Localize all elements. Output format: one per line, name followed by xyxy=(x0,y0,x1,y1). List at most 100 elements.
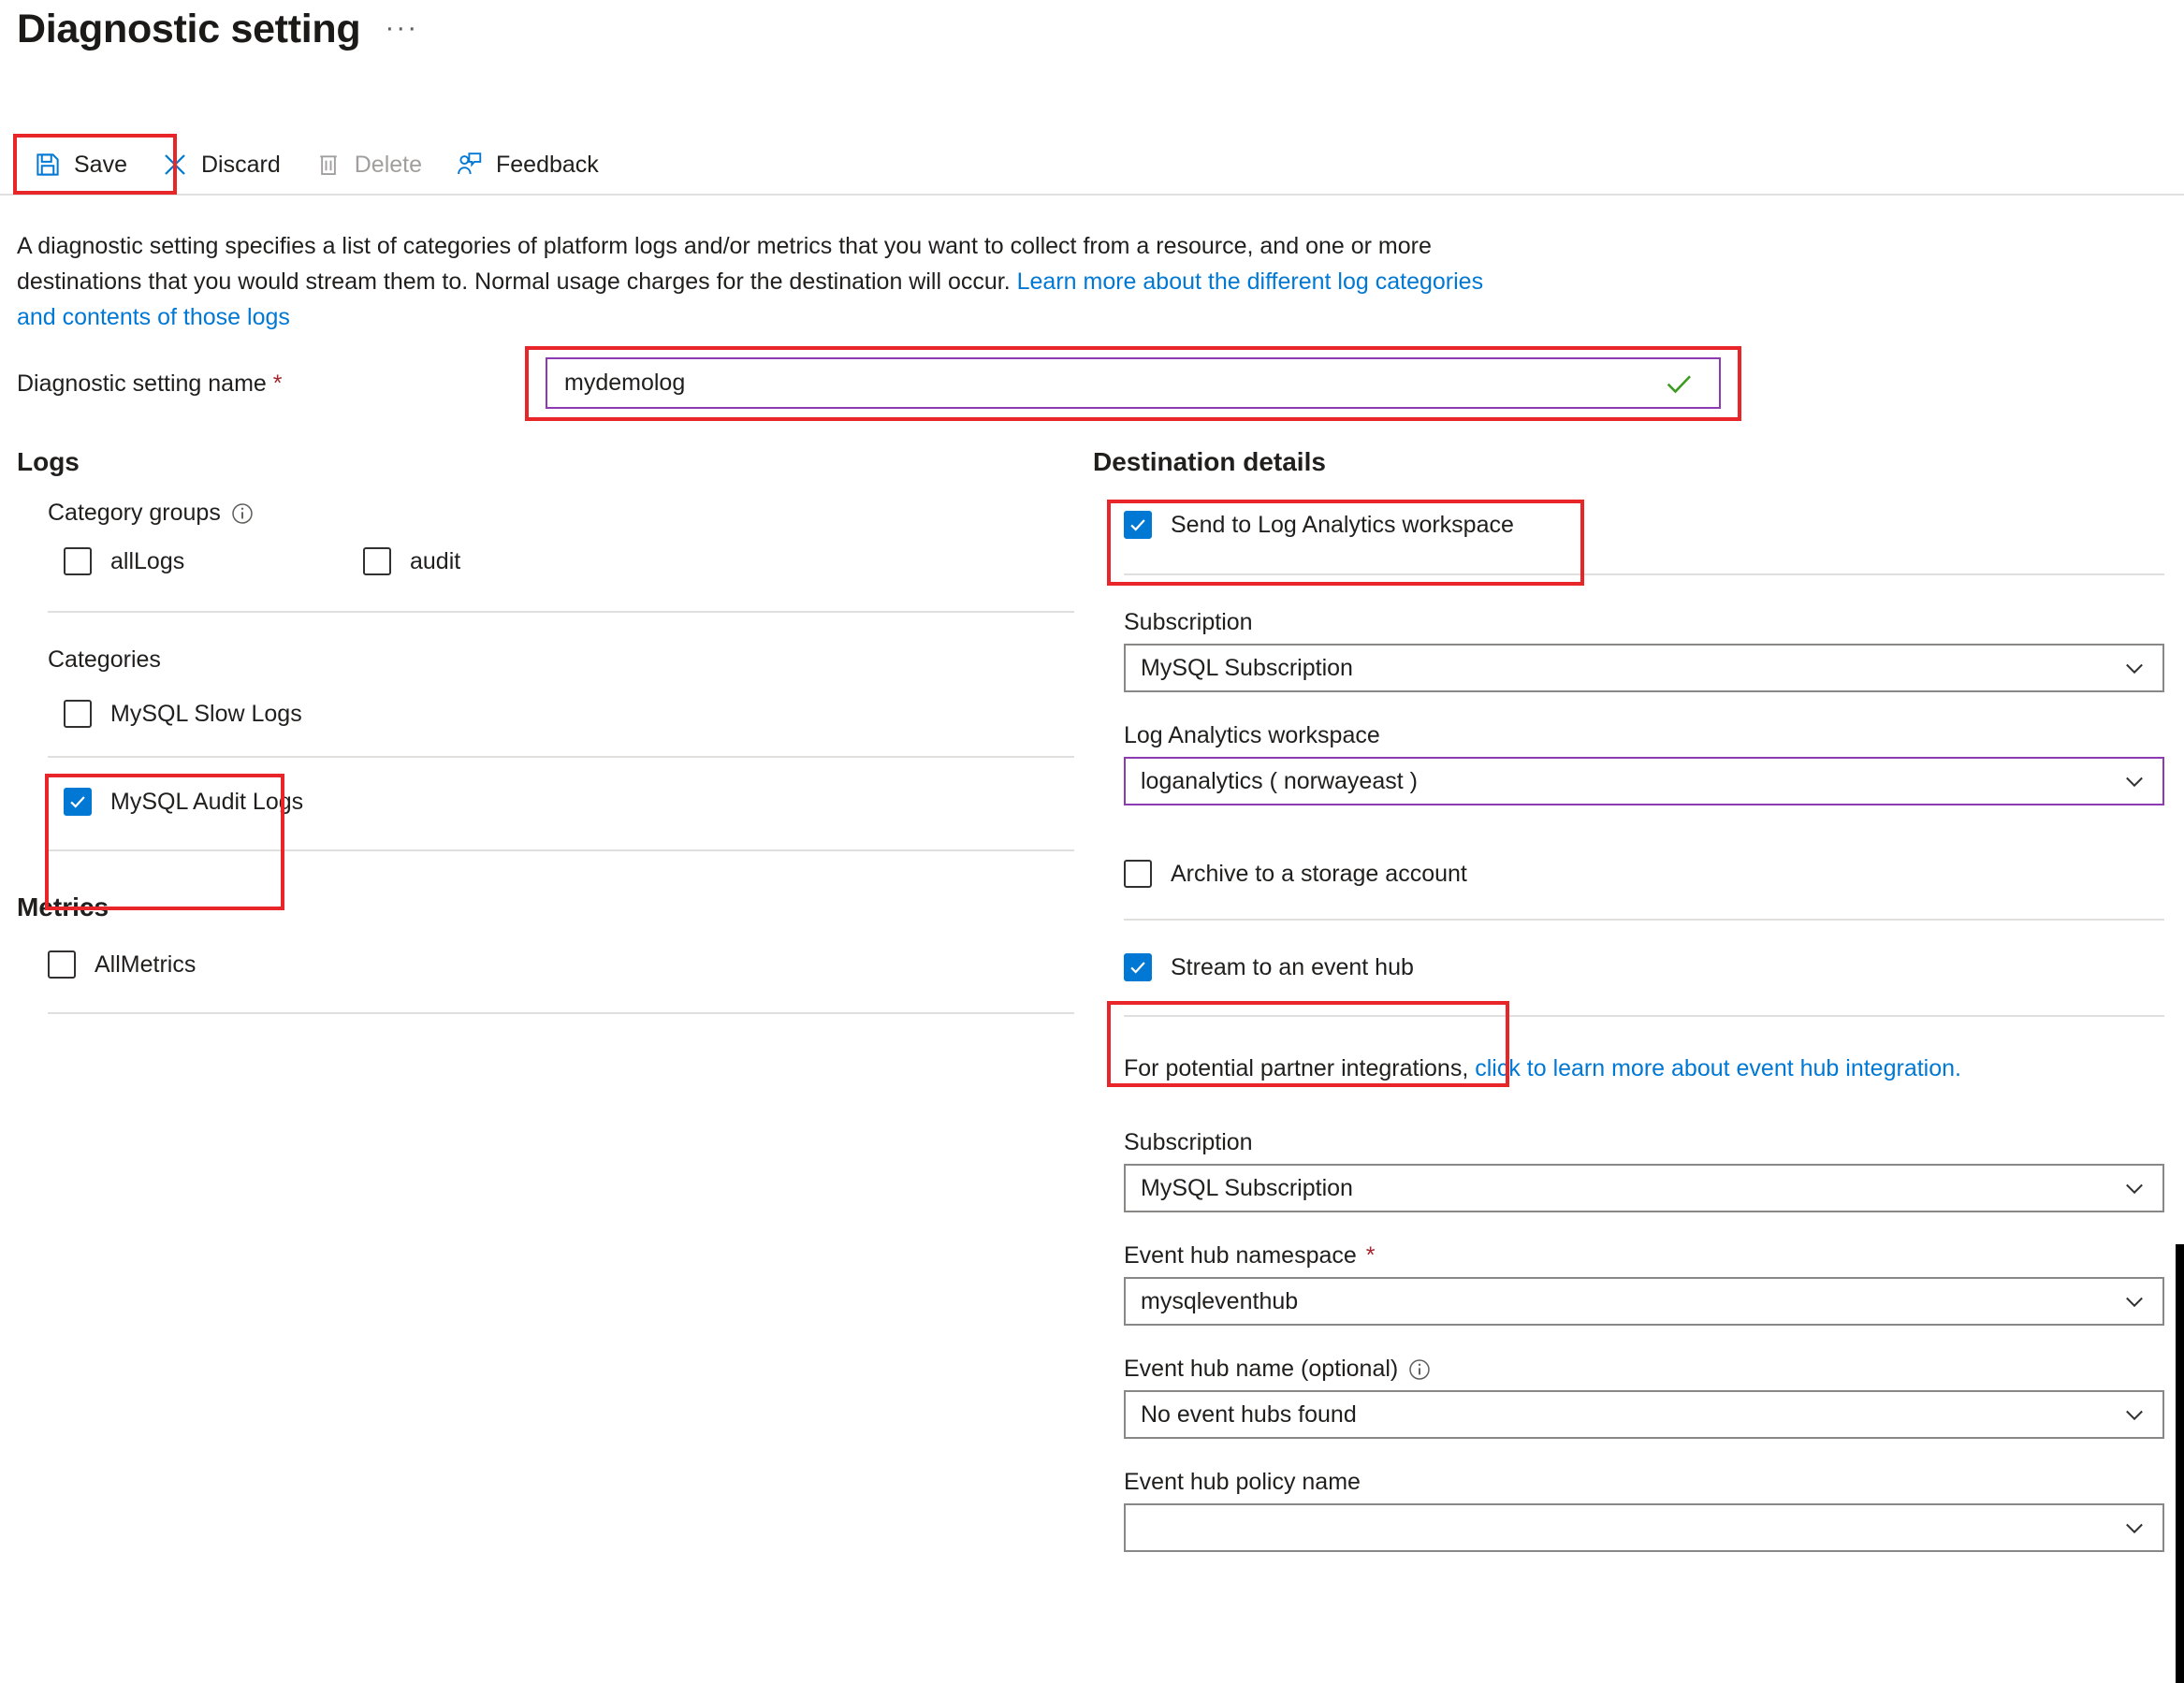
event-hub-subscription-select[interactable]: MySQL Subscription xyxy=(1124,1164,2164,1212)
event-hub-namespace-group: Event hub namespace * mysqleventhub xyxy=(1124,1242,2164,1326)
destination-column: Destination details Send to Log Analytic… xyxy=(1093,447,2167,1552)
info-icon[interactable] xyxy=(1407,1357,1432,1382)
checkbox-allmetrics-label: AllMetrics xyxy=(95,950,197,978)
checkbox-stream-event-hub-label: Stream to an event hub xyxy=(1171,953,1414,980)
discard-label: Discard xyxy=(200,151,281,178)
divider-event-hub xyxy=(1124,1015,2164,1017)
description-text: A diagnostic setting specifies a list of… xyxy=(17,228,1514,335)
chevron-down-icon xyxy=(2121,1401,2148,1428)
checkbox-alllogs-label: allLogs xyxy=(110,547,185,574)
diagnostic-setting-name-input[interactable] xyxy=(562,369,1663,398)
divider-storage xyxy=(1124,919,2164,921)
event-hub-name-label-text: Event hub name (optional) xyxy=(1124,1356,1399,1382)
event-hub-name-label: Event hub name (optional) xyxy=(1124,1356,2164,1383)
checkbox-send-log-analytics[interactable]: Send to Log Analytics workspace xyxy=(1124,511,2167,539)
chevron-down-icon xyxy=(2121,1175,2148,1201)
divider-log-analytics xyxy=(1124,573,2164,575)
close-icon xyxy=(161,151,189,179)
event-hub-policy-label: Event hub policy name xyxy=(1124,1469,1361,1495)
log-analytics-workspace-group: Log Analytics workspace loganalytics ( n… xyxy=(1124,722,2164,805)
checkbox-send-log-analytics-label: Send to Log Analytics workspace xyxy=(1171,511,1514,538)
checkbox-archive-storage[interactable]: Archive to a storage account xyxy=(1124,860,2167,888)
feedback-button[interactable]: Feedback xyxy=(439,142,616,187)
event-hub-name-value: No event hubs found xyxy=(1141,1400,1357,1428)
save-label: Save xyxy=(74,151,127,178)
event-hub-integration-link[interactable]: click to learn more about event hub inte… xyxy=(1475,1055,1961,1081)
checkbox-audit-label: audit xyxy=(410,547,461,574)
checkbox-mysql-slow-logs-box[interactable] xyxy=(64,700,92,728)
log-analytics-workspace-select[interactable]: loganalytics ( norwayeast ) xyxy=(1124,757,2164,805)
chevron-down-icon xyxy=(2121,1288,2148,1314)
event-hub-policy-group: Event hub policy name xyxy=(1124,1469,2164,1552)
checkbox-mysql-slow-logs-label: MySQL Slow Logs xyxy=(110,700,302,727)
command-bar: Save Discard Delete Feedback xyxy=(17,136,616,194)
checkbox-archive-storage-label: Archive to a storage account xyxy=(1171,860,1467,887)
log-analytics-workspace-value: loganalytics ( norwayeast ) xyxy=(1141,767,1418,794)
log-analytics-subscription-label: Subscription xyxy=(1124,609,1253,635)
log-analytics-subscription-select[interactable]: MySQL Subscription xyxy=(1124,644,2164,692)
event-hub-namespace-select[interactable]: mysqleventhub xyxy=(1124,1277,2164,1326)
name-label-text: Diagnostic setting name xyxy=(17,370,267,397)
event-hub-subscription-group: Subscription MySQL Subscription xyxy=(1124,1129,2164,1212)
event-hub-namespace-value: mysqleventhub xyxy=(1141,1287,1299,1314)
checkbox-allmetrics[interactable]: AllMetrics xyxy=(48,950,1074,979)
info-icon[interactable] xyxy=(230,501,255,526)
page-title: Diagnostic setting xyxy=(17,7,361,51)
metrics-section-title: Metrics xyxy=(17,892,109,921)
event-hub-name-select[interactable]: No event hubs found xyxy=(1124,1390,2164,1439)
divider-category-groups xyxy=(48,611,1074,613)
checkbox-alllogs-box[interactable] xyxy=(64,547,92,575)
checkbox-mysql-slow-logs[interactable]: MySQL Slow Logs xyxy=(64,700,1074,728)
checkbox-allmetrics-box[interactable] xyxy=(48,950,76,979)
save-button[interactable]: Save xyxy=(17,142,144,187)
diagnostic-setting-page: Diagnostic setting ··· Save Discard Dele… xyxy=(0,0,2184,1683)
event-hub-namespace-label-text: Event hub namespace xyxy=(1124,1242,1357,1269)
checkbox-audit-box[interactable] xyxy=(363,547,391,575)
log-analytics-workspace-label: Log Analytics workspace xyxy=(1124,722,1380,748)
checkbox-mysql-audit-logs[interactable]: MySQL Audit Logs xyxy=(64,788,1074,816)
diagnostic-setting-name-field[interactable] xyxy=(546,357,1721,409)
checkbox-audit[interactable]: audit xyxy=(363,547,460,575)
category-groups-label-text: Category groups xyxy=(48,500,221,526)
event-hub-name-group: Event hub name (optional) No event hubs … xyxy=(1124,1356,2164,1439)
vertical-scrollbar[interactable] xyxy=(2176,1244,2184,1683)
logs-column: Logs Category groups allLogs audit Categ… xyxy=(17,447,1074,1014)
feedback-label: Feedback xyxy=(496,151,599,178)
log-analytics-subscription-value: MySQL Subscription xyxy=(1141,654,1353,681)
event-hub-subscription-value: MySQL Subscription xyxy=(1141,1174,1353,1201)
more-options-icon[interactable]: ··· xyxy=(385,14,418,42)
chevron-down-icon xyxy=(2121,1515,2148,1541)
feedback-icon xyxy=(456,151,484,179)
partner-integration-note: For potential partner integrations, clic… xyxy=(1124,1052,2164,1084)
event-hub-policy-select[interactable] xyxy=(1124,1503,2164,1552)
chevron-down-icon xyxy=(2121,768,2148,794)
destination-details-title: Destination details xyxy=(1093,447,1326,476)
partner-note-text: For potential partner integrations, xyxy=(1124,1055,1476,1081)
event-hub-namespace-label: Event hub namespace * xyxy=(1124,1242,2164,1270)
checkbox-mysql-audit-logs-box[interactable] xyxy=(64,788,92,816)
required-asterisk: * xyxy=(1365,1242,1376,1269)
command-bar-divider xyxy=(0,194,2184,196)
category-groups-label: Category groups xyxy=(48,500,1074,527)
checkmark-icon xyxy=(1663,368,1695,399)
log-analytics-subscription-group: Subscription MySQL Subscription xyxy=(1124,609,2164,692)
save-icon xyxy=(34,151,62,179)
logs-section-title: Logs xyxy=(17,447,80,476)
checkbox-mysql-audit-logs-label: MySQL Audit Logs xyxy=(110,788,304,815)
diagnostic-setting-name-label: Diagnostic setting name * xyxy=(17,370,283,398)
categories-label: Categories xyxy=(48,646,1074,674)
checkbox-send-log-analytics-box[interactable] xyxy=(1124,511,1152,539)
required-asterisk: * xyxy=(272,370,283,397)
page-header: Diagnostic setting ··· xyxy=(17,9,418,50)
checkbox-archive-storage-box[interactable] xyxy=(1124,860,1152,888)
discard-button[interactable]: Discard xyxy=(144,142,298,187)
checkbox-alllogs[interactable]: allLogs xyxy=(64,547,363,575)
divider-categories-1 xyxy=(48,756,1074,758)
checkbox-stream-event-hub[interactable]: Stream to an event hub xyxy=(1124,953,2167,981)
divider-metrics xyxy=(48,1012,1074,1014)
delete-label: Delete xyxy=(354,151,422,178)
delete-button[interactable]: Delete xyxy=(298,142,439,187)
checkbox-stream-event-hub-box[interactable] xyxy=(1124,953,1152,981)
event-hub-subscription-label: Subscription xyxy=(1124,1129,1253,1155)
category-groups-list: allLogs audit xyxy=(17,547,1074,575)
